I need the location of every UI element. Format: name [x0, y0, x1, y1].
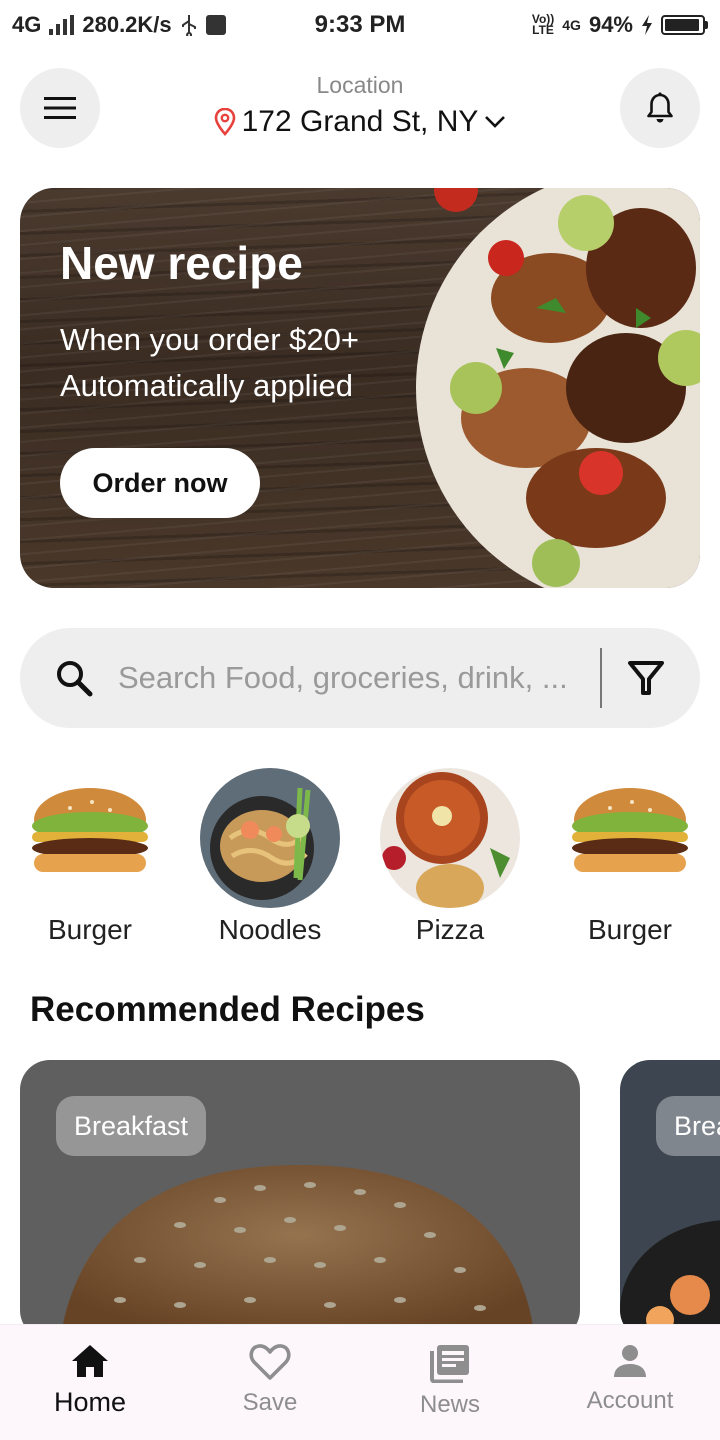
- card-tag: Breakfast: [56, 1096, 207, 1156]
- chicken-wings-image: [434, 188, 700, 587]
- volte-badge: Vo)) LTE: [531, 12, 555, 37]
- location-selector[interactable]: Location 172 Grand St, NY: [120, 72, 600, 139]
- category-burger-1[interactable]: Burger: [10, 768, 170, 946]
- bottom-navigation: Home Save News Account: [0, 1324, 720, 1440]
- nav-home[interactable]: Home: [0, 1325, 180, 1440]
- network-label: 4G: [12, 12, 42, 37]
- category-label: Burger: [587, 914, 673, 945]
- banner-title: New recipe: [60, 237, 303, 289]
- bell-icon: [647, 92, 673, 123]
- nav-news[interactable]: News: [360, 1325, 540, 1440]
- menu-icon: [44, 97, 76, 119]
- menu-button[interactable]: [20, 68, 100, 148]
- recommended-title: Recommended Recipes: [30, 990, 425, 1029]
- address-text: 172 Grand St, NY: [241, 105, 479, 138]
- nav-label: News: [419, 1391, 480, 1418]
- nav-label: Home: [53, 1387, 127, 1417]
- card-tag: Brea: [656, 1096, 720, 1156]
- category-label: Burger: [47, 914, 133, 945]
- battery-percent: 94%: [588, 12, 633, 37]
- home-icon: [72, 1345, 108, 1377]
- order-now-button[interactable]: Order now: [60, 448, 260, 518]
- category-label: Pizza: [415, 914, 485, 945]
- chevron-down-icon: [485, 116, 506, 128]
- search-icon: [57, 661, 93, 697]
- burger-image: [20, 768, 160, 908]
- location-pin-icon: [214, 108, 235, 136]
- network-speed: 280.2K/s: [82, 12, 172, 37]
- noodles-image: [200, 768, 340, 908]
- usb-icon: [181, 15, 196, 36]
- recipe-card[interactable]: Brea: [620, 1060, 720, 1340]
- nav-label: Account: [586, 1387, 674, 1414]
- category-burger-2[interactable]: Burger: [550, 768, 710, 946]
- network-right: 4G: [562, 17, 581, 33]
- charging-icon: [642, 15, 652, 35]
- app-screen: 4G 280.2K/s 9:33 PM Vo)) LTE 4G 94% Locat…: [0, 0, 720, 1440]
- search-input[interactable]: Search Food, groceries, drink, ...: [118, 660, 588, 696]
- notification-button[interactable]: [620, 68, 700, 148]
- category-label: Noodles: [218, 914, 322, 945]
- promo-banner[interactable]: New recipe When you order $20+ Automatic…: [20, 188, 700, 588]
- nav-label: Save: [242, 1389, 298, 1416]
- debug-icon: [205, 15, 226, 35]
- category-pizza[interactable]: Pizza: [370, 768, 530, 946]
- nav-save[interactable]: Save: [180, 1325, 360, 1440]
- battery-icon: [661, 15, 708, 35]
- status-bar: 4G 280.2K/s 9:33 PM Vo)) LTE 4G 94%: [0, 0, 720, 50]
- signal-icon: [49, 15, 75, 35]
- recipe-card[interactable]: Breakfast: [20, 1060, 580, 1340]
- banner-line-1: When you order $20+: [60, 322, 359, 357]
- location-label: Location: [316, 72, 404, 98]
- nav-account[interactable]: Account: [540, 1325, 720, 1440]
- news-icon: [430, 1345, 469, 1383]
- pizza-image: [380, 768, 520, 908]
- heart-icon: [249, 1344, 291, 1380]
- category-noodles[interactable]: Noodles: [190, 768, 350, 946]
- banner-line-2: Automatically applied: [60, 368, 353, 403]
- burger-image: [560, 768, 700, 908]
- account-icon: [614, 1345, 646, 1377]
- filter-icon[interactable]: [626, 658, 666, 698]
- search-divider: [600, 648, 602, 708]
- search-bar[interactable]: Search Food, groceries, drink, ...: [20, 628, 700, 728]
